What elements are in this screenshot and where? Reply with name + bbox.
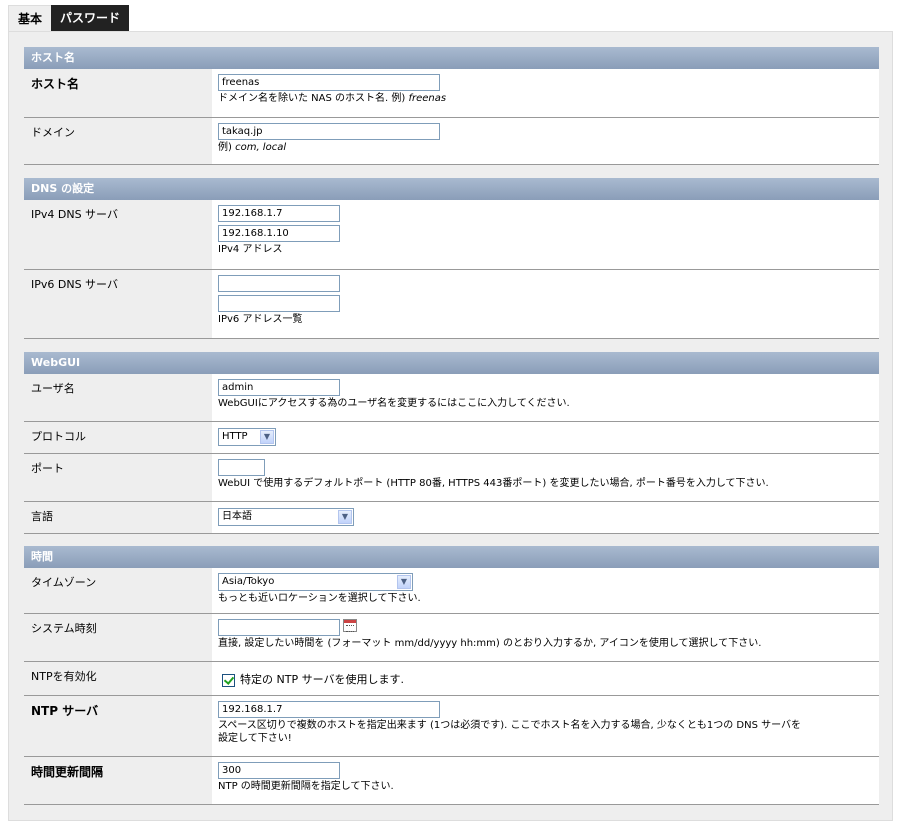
ntp-enable-label: NTPを有効化 <box>24 662 212 695</box>
tab-password[interactable]: パスワード <box>51 5 130 31</box>
domain-hint: 例) com, local <box>218 142 287 153</box>
system-time-input[interactable] <box>218 619 340 636</box>
protocol-label: プロトコル <box>24 422 212 453</box>
chevron-down-icon[interactable]: ▼ <box>260 430 274 444</box>
row-system-time: システム時刻 直接, 設定したい時間を (フォーマット mm/dd/yyyy h… <box>24 614 879 662</box>
ipv6-dns-hint: IPv6 アドレス一覧 <box>218 314 303 325</box>
row-language: 言語 日本語 ▼ <box>24 502 879 534</box>
ntp-enable-checkbox-label[interactable]: 特定の NTP サーバを使用します. <box>240 673 404 686</box>
protocol-select-value: HTTP <box>222 431 248 442</box>
timezone-select-value: Asia/Tokyo <box>222 576 275 587</box>
row-update-interval: 時間更新間隔 NTP の時間更新間隔を指定して下さい. <box>24 757 879 805</box>
ipv4-dns-hint: IPv4 アドレス <box>218 244 283 255</box>
language-select[interactable]: 日本語 ▼ <box>218 508 354 526</box>
hostname-input[interactable] <box>218 74 440 91</box>
timezone-label: タイムゾーン <box>24 568 212 613</box>
section-header-time: 時間 <box>24 546 879 568</box>
port-hint: WebUI で使用するデフォルトポート (HTTP 80番, HTTPS 443… <box>218 478 769 489</box>
timezone-hint: もっとも近いロケーションを選択して下さい. <box>218 593 421 604</box>
system-time-label: システム時刻 <box>24 614 212 661</box>
ntp-server-input[interactable] <box>218 701 440 718</box>
username-label: ユーザ名 <box>24 374 212 421</box>
timezone-select[interactable]: Asia/Tokyo ▼ <box>218 573 413 591</box>
language-label: 言語 <box>24 502 212 533</box>
ntp-enable-checkbox[interactable] <box>222 673 235 687</box>
row-username: ユーザ名 WebGUIにアクセスする為のユーザ名を変更するにはここに入力してくだ… <box>24 374 879 422</box>
hostname-hint: ドメイン名を除いた NAS のホスト名. 例) freenas <box>218 93 447 104</box>
row-ntp-server: NTP サーバ スペース区切りで複数のホストを指定出来ます (1つは必須です).… <box>24 696 879 757</box>
port-input[interactable] <box>218 459 265 476</box>
ntp-server-hint-line1: スペース区切りで複数のホストを指定出来ます (1つは必須です). ここでホスト名… <box>218 720 802 731</box>
row-hostname: ホスト名 ドメイン名を除いた NAS のホスト名. 例) freenas <box>24 69 879 118</box>
username-input[interactable] <box>218 379 340 396</box>
section-header-hostname: ホスト名 <box>24 47 879 69</box>
ntp-server-hint-line2: 設定して下さい! <box>218 733 292 744</box>
update-interval-input[interactable] <box>218 762 340 779</box>
row-domain: ドメイン 例) com, local <box>24 118 879 165</box>
section-header-dns: DNS の設定 <box>24 178 879 200</box>
row-protocol: プロトコル HTTP ▼ <box>24 422 879 454</box>
domain-input[interactable] <box>218 123 440 140</box>
hostname-example: freenas <box>408 93 447 104</box>
settings-panel: ホスト名 ホスト名 ドメイン名を除いた NAS のホスト名. 例) freena… <box>8 31 893 821</box>
protocol-select[interactable]: HTTP ▼ <box>218 428 276 446</box>
row-timezone: タイムゾーン Asia/Tokyo ▼ もっとも近いロケーションを選択して下さい… <box>24 568 879 614</box>
row-ntp-enable: NTPを有効化 特定の NTP サーバを使用します. <box>24 662 879 696</box>
system-time-hint: 直接, 設定したい時間を (フォーマット mm/dd/yyyy hh:mm) の… <box>218 638 762 649</box>
language-select-value: 日本語 <box>222 511 252 522</box>
ipv6-dns-input-2[interactable] <box>218 295 340 312</box>
tab-bar: 基本 パスワード <box>8 5 130 32</box>
chevron-down-icon[interactable]: ▼ <box>397 575 411 589</box>
hostname-label: ホスト名 <box>24 69 212 117</box>
ipv6-dns-label: IPv6 DNS サーバ <box>24 270 212 338</box>
ipv4-dns-input-1[interactable] <box>218 205 340 222</box>
tab-basic[interactable]: 基本 <box>8 5 52 32</box>
port-label: ポート <box>24 454 212 501</box>
username-hint: WebGUIにアクセスする為のユーザ名を変更するにはここに入力してください. <box>218 398 570 409</box>
row-ipv6-dns: IPv6 DNS サーバ IPv6 アドレス一覧 <box>24 270 879 339</box>
ntp-server-label: NTP サーバ <box>24 696 212 756</box>
calendar-icon[interactable] <box>343 619 357 632</box>
ipv4-dns-label: IPv4 DNS サーバ <box>24 200 212 269</box>
section-header-webgui: WebGUI <box>24 352 879 374</box>
chevron-down-icon[interactable]: ▼ <box>338 510 352 524</box>
row-port: ポート WebUI で使用するデフォルトポート (HTTP 80番, HTTPS… <box>24 454 879 502</box>
ipv4-dns-input-2[interactable] <box>218 225 340 242</box>
domain-example: com, local <box>235 142 287 153</box>
update-interval-label: 時間更新間隔 <box>24 757 212 804</box>
domain-label: ドメイン <box>24 118 212 164</box>
ipv6-dns-input-1[interactable] <box>218 275 340 292</box>
update-interval-hint: NTP の時間更新間隔を指定して下さい. <box>218 781 394 792</box>
row-ipv4-dns: IPv4 DNS サーバ IPv4 アドレス <box>24 200 879 270</box>
